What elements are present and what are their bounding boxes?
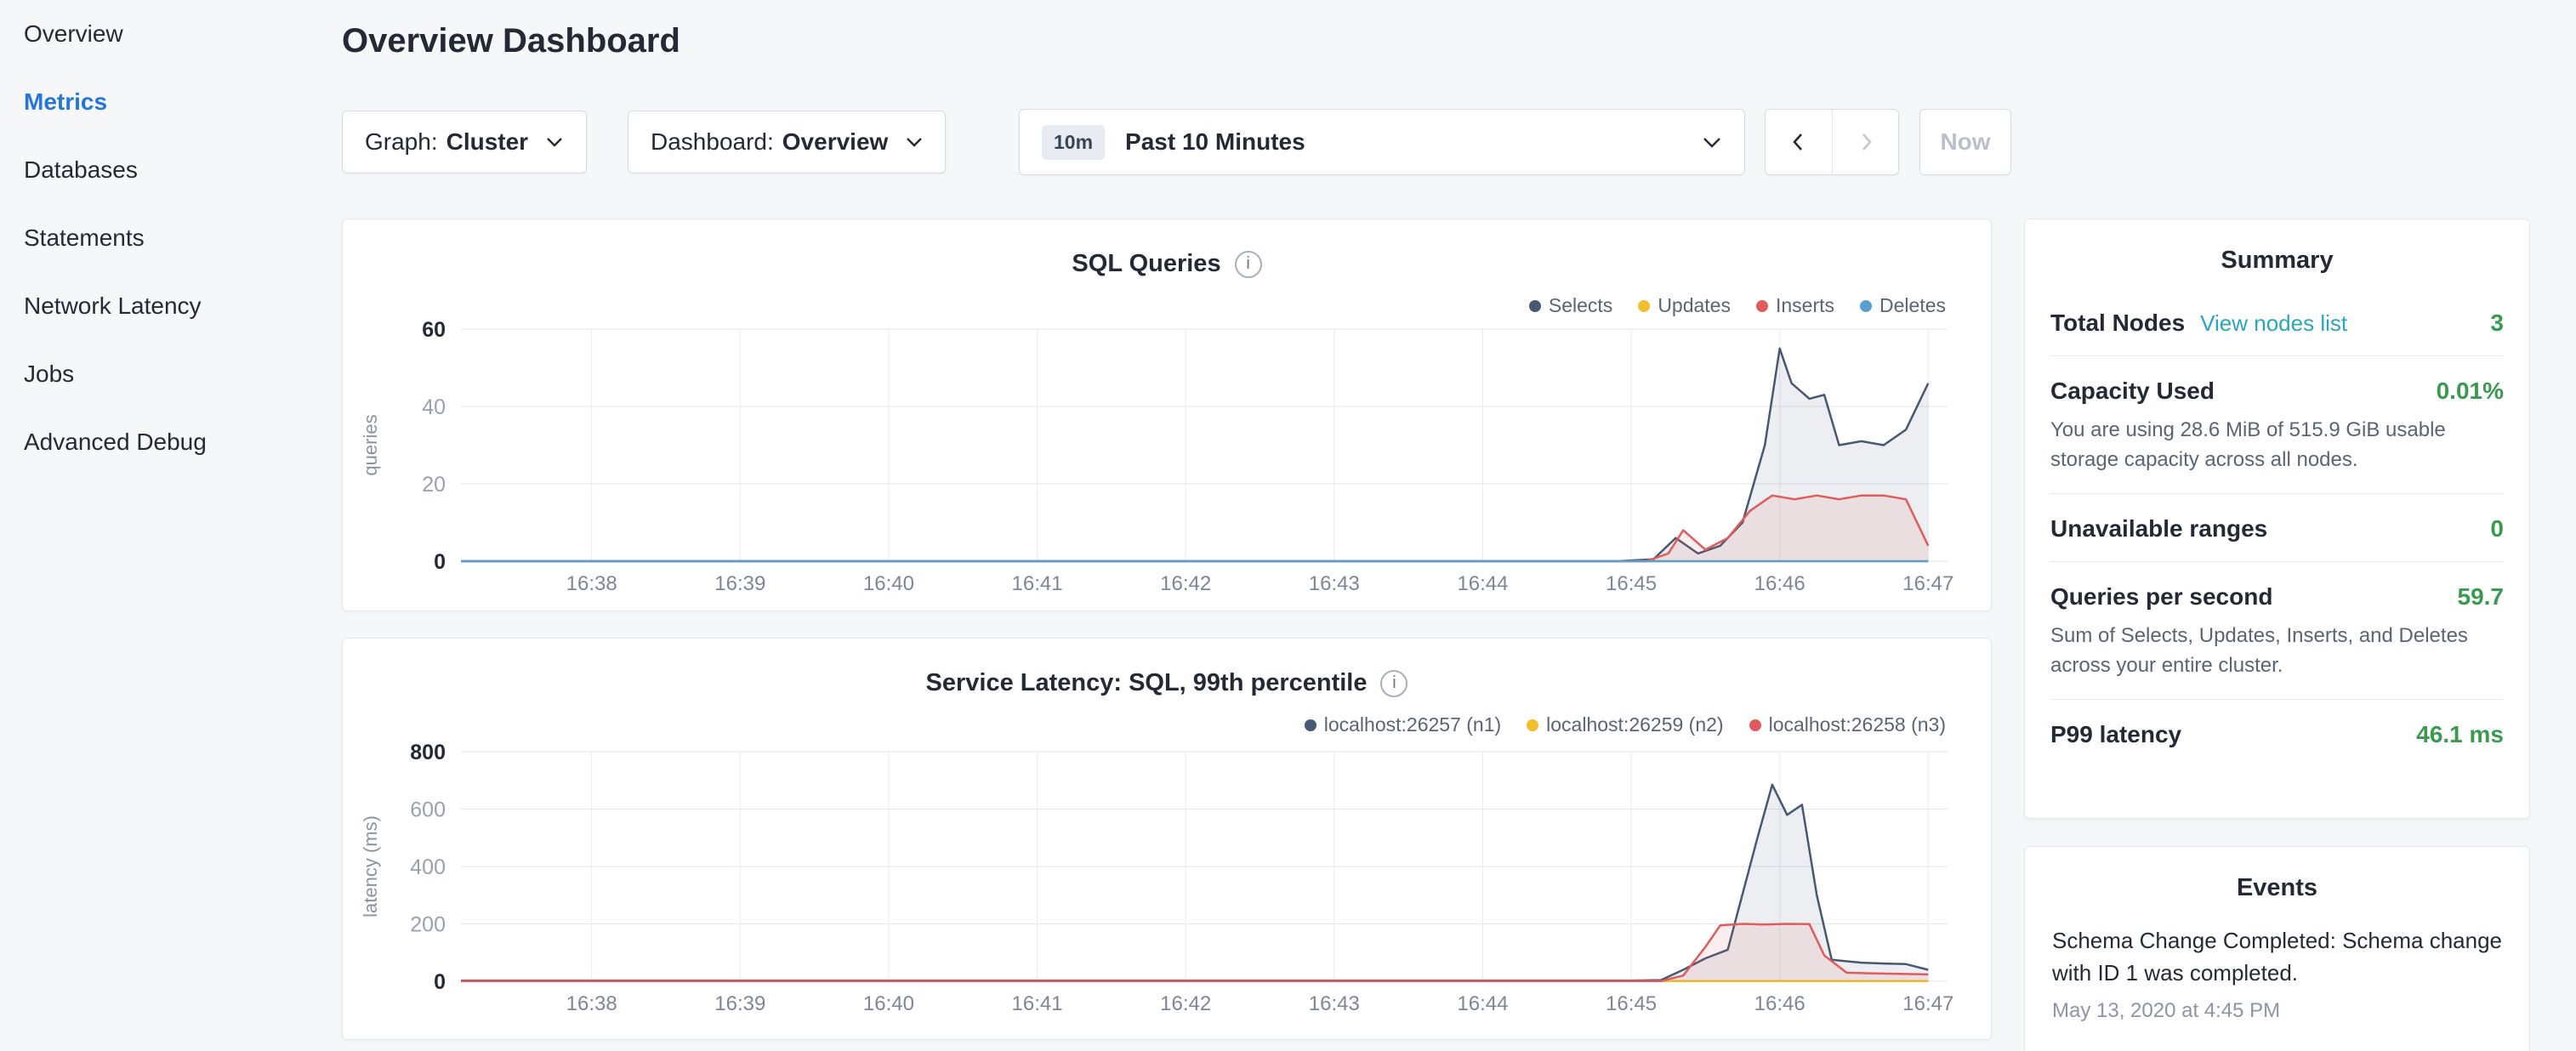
svg-text:16:43: 16:43 — [1309, 992, 1360, 1015]
svg-text:16:45: 16:45 — [1606, 992, 1657, 1015]
svg-text:16:45: 16:45 — [1606, 572, 1657, 595]
time-range-selector[interactable]: 10m Past 10 Minutes — [1019, 109, 1745, 175]
dashboard-dropdown[interactable]: Dashboard: Overview — [628, 111, 946, 173]
summary-value: 3 — [2490, 310, 2504, 337]
svg-text:16:40: 16:40 — [863, 572, 914, 595]
svg-text:16:38: 16:38 — [566, 572, 617, 595]
svg-text:16:46: 16:46 — [1754, 572, 1805, 595]
svg-text:16:44: 16:44 — [1457, 992, 1508, 1015]
svg-text:queries: queries — [360, 414, 381, 475]
sidebar: Overview Metrics Databases Statements Ne… — [0, 0, 323, 1051]
svg-text:400: 400 — [410, 855, 446, 879]
dashboard-dropdown-value: Overview — [782, 128, 889, 156]
sidebar-item-overview[interactable]: Overview — [0, 0, 323, 68]
chevron-left-icon — [1787, 130, 1811, 154]
summary-value: 0.01% — [2437, 378, 2504, 405]
svg-text:16:44: 16:44 — [1457, 572, 1508, 595]
page-title: Overview Dashboard — [342, 22, 680, 60]
sidebar-item-network-latency[interactable]: Network Latency — [0, 272, 323, 340]
time-pager — [1765, 109, 1899, 175]
events-heading: Events — [2052, 847, 2502, 902]
svg-text:16:42: 16:42 — [1160, 572, 1211, 595]
time-range-value: Past 10 Minutes — [1125, 128, 1305, 156]
info-icon[interactable]: i — [1380, 670, 1407, 697]
events-panel: Events Schema Change Completed: Schema c… — [2024, 846, 2530, 1051]
summary-row-total-nodes: Total Nodes View nodes list 3 — [2050, 288, 2504, 356]
chevron-right-icon — [1854, 130, 1878, 154]
chevron-down-icon — [545, 136, 564, 148]
time-range-badge: 10m — [1042, 125, 1105, 160]
svg-text:16:41: 16:41 — [1012, 992, 1063, 1015]
sidebar-item-jobs[interactable]: Jobs — [0, 340, 323, 408]
time-forward-button[interactable] — [1832, 110, 1898, 174]
sidebar-item-advanced-debug[interactable]: Advanced Debug — [0, 408, 323, 476]
dashboard-dropdown-label: Dashboard: — [651, 128, 774, 156]
svg-text:16:47: 16:47 — [1902, 992, 1953, 1015]
sql-queries-plot[interactable]: 16:38 16:39 16:40 16:41 16:42 16:43 16:44 16:45… — [343, 296, 1991, 612]
time-back-button[interactable] — [1766, 110, 1832, 174]
summary-row-unavailable-ranges: Unavailable ranges 0 — [2050, 494, 2504, 562]
view-nodes-list-link[interactable]: View nodes list — [2200, 310, 2347, 337]
svg-text:20: 20 — [422, 473, 446, 497]
chevron-down-icon — [905, 136, 924, 148]
chart-title-row: SQL Queries i — [343, 250, 1991, 278]
svg-text:40: 40 — [422, 395, 446, 419]
summary-description: You are using 28.6 MiB of 515.9 GiB usab… — [2050, 415, 2504, 474]
svg-text:16:47: 16:47 — [1902, 572, 1953, 595]
svg-text:0: 0 — [434, 970, 446, 994]
summary-panel: Summary Total Nodes View nodes list 3 Ca… — [2024, 219, 2530, 819]
svg-text:0: 0 — [434, 550, 446, 574]
svg-text:16:46: 16:46 — [1754, 992, 1805, 1015]
svg-text:800: 800 — [410, 741, 446, 764]
svg-text:16:41: 16:41 — [1012, 572, 1063, 595]
summary-row-p99-latency: P99 latency 46.1 ms — [2050, 700, 2504, 767]
svg-text:16:38: 16:38 — [566, 992, 617, 1015]
svg-text:16:39: 16:39 — [714, 572, 765, 595]
svg-text:16:39: 16:39 — [714, 992, 765, 1015]
summary-value: 46.1 ms — [2416, 721, 2504, 748]
chart-title: SQL Queries — [1072, 250, 1220, 278]
graph-dropdown-value: Cluster — [446, 128, 528, 156]
graph-dropdown[interactable]: Graph: Cluster — [342, 111, 587, 173]
summary-value: 0 — [2490, 515, 2504, 543]
sidebar-item-statements[interactable]: Statements — [0, 204, 323, 272]
now-button[interactable]: Now — [1919, 109, 2011, 175]
service-latency-plot[interactable]: 16:38 16:39 16:40 16:41 16:42 16:43 16:44 16:45… — [343, 715, 1991, 1031]
svg-text:200: 200 — [410, 913, 446, 937]
summary-heading: Summary — [2050, 219, 2504, 275]
now-button-label: Now — [1940, 128, 1990, 156]
summary-label: Capacity Used — [2050, 378, 2215, 405]
svg-text:16:43: 16:43 — [1309, 572, 1360, 595]
event-timestamp: May 13, 2020 at 4:45 PM — [2052, 999, 2502, 1023]
summary-value: 59.7 — [2458, 583, 2505, 611]
graph-dropdown-label: Graph: — [365, 128, 438, 156]
svg-text:60: 60 — [422, 318, 446, 342]
event-text: Schema Change Completed: Schema change w… — [2052, 924, 2502, 989]
event-item[interactable]: Schema Change Completed: Schema change w… — [2052, 924, 2502, 1023]
summary-label: Queries per second — [2050, 583, 2272, 611]
sidebar-item-databases[interactable]: Databases — [0, 136, 323, 204]
svg-text:latency (ms): latency (ms) — [360, 815, 381, 917]
summary-row-capacity-used: Capacity Used 0.01% You are using 28.6 M… — [2050, 356, 2504, 494]
summary-rows: Total Nodes View nodes list 3 Capacity U… — [2050, 288, 2504, 767]
svg-text:16:40: 16:40 — [863, 992, 914, 1015]
summary-label: Unavailable ranges — [2050, 515, 2267, 543]
sidebar-item-metrics[interactable]: Metrics — [0, 68, 323, 136]
chart-card-service-latency: Service Latency: SQL, 99th percentile i … — [342, 638, 1992, 1040]
info-icon[interactable]: i — [1235, 251, 1262, 278]
svg-text:16:42: 16:42 — [1160, 992, 1211, 1015]
summary-label: P99 latency — [2050, 721, 2181, 748]
chart-title: Service Latency: SQL, 99th percentile — [926, 669, 1368, 697]
chart-title-row: Service Latency: SQL, 99th percentile i — [343, 669, 1991, 697]
svg-text:600: 600 — [410, 798, 446, 822]
chevron-down-icon — [1702, 136, 1722, 149]
summary-row-queries-per-second: Queries per second 59.7 Sum of Selects, … — [2050, 562, 2504, 700]
chart-card-sql-queries: SQL Queries i SelectsUpdatesInsertsDelet… — [342, 219, 1992, 611]
summary-description: Sum of Selects, Updates, Inserts, and De… — [2050, 621, 2504, 680]
summary-label: Total Nodes — [2050, 310, 2185, 337]
